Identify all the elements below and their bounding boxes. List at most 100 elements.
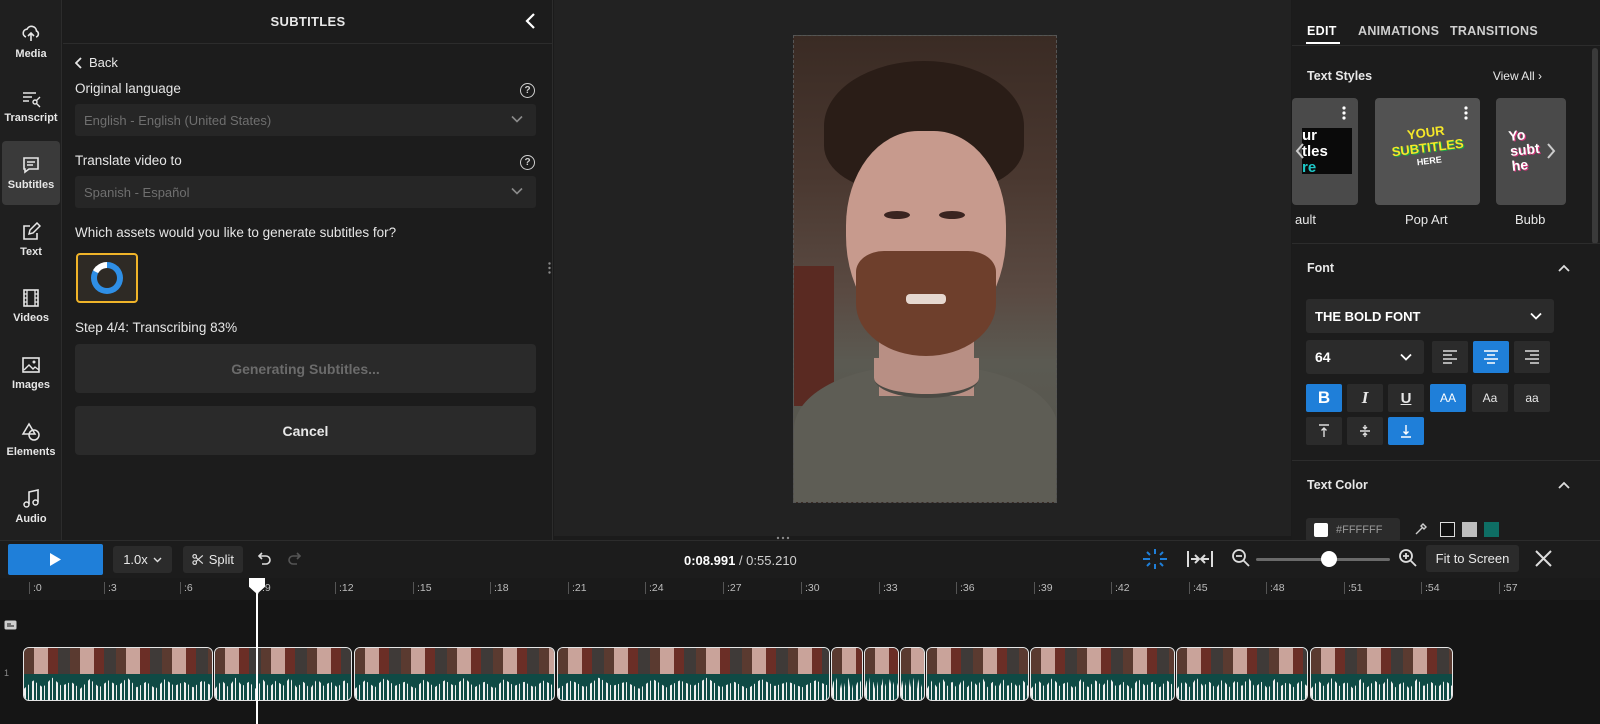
clip-thumbnails	[1177, 648, 1307, 674]
titlecase-label: Aa	[1482, 391, 1498, 405]
redo-icon[interactable]	[287, 550, 305, 568]
text-color-input[interactable]: #FFFFFF	[1306, 518, 1400, 542]
underline-button[interactable]: U	[1388, 384, 1424, 412]
rail-item-images[interactable]: Images	[2, 341, 60, 405]
rail-item-elements[interactable]: Elements	[2, 408, 60, 472]
rail-item-audio[interactable]: Audio	[2, 475, 60, 539]
clip-thumbnails	[215, 648, 351, 674]
titlecase-button[interactable]: Aa	[1472, 384, 1508, 412]
original-language-label: Original language	[75, 81, 181, 96]
translate-language-select[interactable]: Spanish - Español	[75, 176, 536, 208]
fit-timeline-icon[interactable]	[1186, 549, 1214, 569]
align-center-icon	[1484, 350, 1498, 364]
rail-label-audio: Audio	[15, 513, 47, 525]
align-right-icon	[1525, 350, 1539, 364]
rail-item-media[interactable]: Media	[2, 10, 60, 74]
fit-to-screen-button[interactable]: Fit to Screen	[1426, 545, 1519, 572]
active-tab-indicator	[1306, 42, 1340, 44]
lowercase-button[interactable]: aa	[1514, 384, 1550, 412]
chevron-down-icon	[511, 187, 523, 195]
carousel-next-icon[interactable]	[1546, 143, 1556, 159]
cancel-button[interactable]: Cancel	[75, 406, 536, 455]
font-family-select[interactable]: THE BOLD FONT	[1306, 299, 1554, 333]
back-button[interactable]: Back	[75, 55, 118, 70]
valign-top-button[interactable]	[1306, 417, 1342, 445]
clip-waveform	[927, 677, 1028, 700]
properties-scrollbar[interactable]	[1592, 48, 1598, 244]
carousel-prev-icon[interactable]	[1295, 143, 1305, 159]
italic-button[interactable]: I	[1347, 384, 1383, 412]
time-display: 0:08.991 / 0:55.210	[684, 553, 797, 568]
color-swatch	[1314, 523, 1328, 537]
rail-item-videos[interactable]: Videos	[2, 274, 60, 338]
play-button[interactable]	[8, 544, 103, 575]
align-center-button[interactable]	[1473, 341, 1509, 373]
more-options-icon[interactable]	[1464, 106, 1468, 120]
zoom-in-icon[interactable]	[1398, 548, 1418, 568]
clip-thumbnails	[832, 648, 862, 674]
rail-item-text[interactable]: Text	[2, 208, 60, 272]
film-icon	[23, 289, 39, 307]
zoom-out-icon[interactable]	[1231, 548, 1251, 568]
clip-waveform	[1311, 677, 1452, 700]
align-right-button[interactable]	[1514, 341, 1550, 373]
help-icon[interactable]: ?	[520, 155, 535, 170]
ruler-tick: :33	[879, 582, 898, 594]
split-button[interactable]: Split	[183, 546, 243, 573]
collapse-panel-icon[interactable]	[523, 12, 539, 30]
valign-bottom-button[interactable]	[1388, 417, 1424, 445]
rail-item-transcript[interactable]: Transcript	[2, 74, 60, 138]
zoom-slider-knob[interactable]	[1321, 551, 1337, 567]
playhead[interactable]	[256, 585, 258, 724]
video-clip[interactable]	[557, 647, 830, 701]
tab-edit[interactable]: EDIT	[1307, 24, 1337, 38]
playback-speed-select[interactable]: 1.0x	[113, 546, 172, 573]
rail-label-elements: Elements	[6, 446, 56, 458]
original-language-select[interactable]: English - English (United States)	[75, 104, 536, 136]
swatch-teal[interactable]	[1484, 522, 1499, 537]
video-clip[interactable]	[214, 647, 352, 701]
tab-animations[interactable]: ANIMATIONS	[1358, 24, 1439, 38]
subtitles-panel: SUBTITLES Back Original language ? Engli…	[63, 0, 553, 545]
eyedropper-icon[interactable]	[1414, 522, 1428, 536]
align-left-button[interactable]	[1432, 341, 1468, 373]
ruler-tick: :45	[1189, 582, 1208, 594]
video-clip[interactable]	[831, 647, 863, 701]
ruler-tick: :21	[568, 582, 587, 594]
rail-item-subtitles[interactable]: Subtitles	[2, 141, 60, 205]
uppercase-button[interactable]: AA	[1430, 384, 1466, 412]
video-clip[interactable]	[354, 647, 555, 701]
valign-middle-button[interactable]	[1347, 417, 1383, 445]
generate-subtitles-button[interactable]: Generating Subtitles...	[75, 344, 536, 393]
undo-icon[interactable]	[254, 550, 272, 568]
swatch-gray[interactable]	[1462, 522, 1477, 537]
more-options-icon[interactable]	[1342, 106, 1346, 120]
video-clip[interactable]	[864, 647, 899, 701]
clip-thumbnails	[355, 648, 554, 674]
timeline-ruler[interactable]: :0 :3 :6 :9 :12 :15 :18 :21 :24 :27 :30 …	[0, 578, 1600, 600]
video-clip[interactable]	[1176, 647, 1308, 701]
style-name-bubble: Bubb	[1515, 212, 1546, 227]
chevron-up-icon[interactable]	[1558, 481, 1570, 489]
video-clip[interactable]	[23, 647, 213, 701]
bold-button[interactable]: B	[1306, 384, 1342, 412]
clip-thumbnails	[901, 648, 924, 674]
video-clip[interactable]	[926, 647, 1029, 701]
panel-resize-handle[interactable]	[548, 262, 551, 274]
snap-icon[interactable]	[1142, 548, 1168, 570]
ruler-tick: :48	[1266, 582, 1285, 594]
swatch-black[interactable]	[1440, 522, 1455, 537]
tab-transitions[interactable]: TRANSITIONS	[1450, 24, 1538, 38]
font-size-select[interactable]: 64	[1306, 340, 1424, 374]
video-frame[interactable]	[793, 35, 1057, 503]
asset-thumbnail-selected[interactable]	[76, 253, 138, 303]
close-timeline-icon[interactable]	[1535, 550, 1552, 567]
text-color-value: #FFFFFF	[1336, 524, 1383, 536]
video-clip[interactable]	[1310, 647, 1453, 701]
help-icon[interactable]: ?	[520, 83, 535, 98]
video-clip[interactable]	[1030, 647, 1175, 701]
style-preview-line: ur	[1302, 127, 1317, 144]
chevron-up-icon[interactable]	[1558, 264, 1570, 272]
video-clip[interactable]	[900, 647, 925, 701]
view-all-link[interactable]: View All ›	[1493, 69, 1542, 83]
